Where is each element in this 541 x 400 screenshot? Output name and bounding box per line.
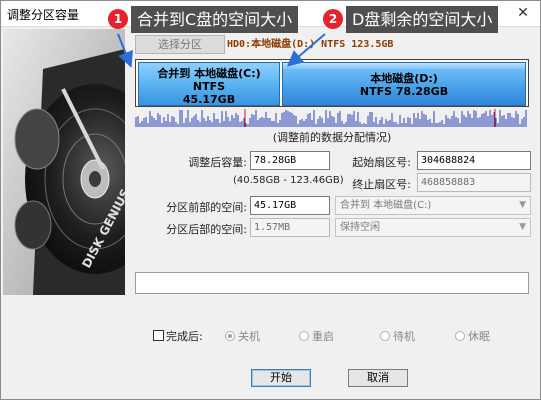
partition-c-name: 合并到 本地磁盘(C:): [157, 67, 261, 80]
end-sector-label: 终止扇区号:: [352, 178, 411, 191]
radio-dot[interactable]: [380, 331, 390, 341]
chevron-down-icon: ▼: [519, 222, 526, 232]
radio-shutdown[interactable]: 关机: [225, 328, 260, 344]
close-icon[interactable]: ✕: [506, 1, 540, 26]
disk-info-label: HD0:本地磁盘(D:) NTFS 123.5GB: [227, 39, 394, 50]
space-after-label: 分区后部的空间:: [166, 223, 247, 236]
partition-d-name: 本地磁盘(D:): [370, 72, 438, 85]
radio-restart[interactable]: 重启: [299, 328, 334, 344]
partition-map: 合并到 本地磁盘(C:) NTFS 45.17GB 本地磁盘(D:) NTFS …: [135, 59, 529, 107]
radio-dot[interactable]: [455, 331, 465, 341]
partition-c-fs: NTFS: [192, 80, 226, 93]
start-sector-label: 起始扇区号:: [352, 156, 411, 169]
start-button[interactable]: 开始: [251, 369, 311, 387]
completion-label: 完成后:: [166, 330, 203, 343]
annotation-badge-1: 1: [108, 9, 128, 29]
radio-dot[interactable]: [299, 331, 309, 341]
annotation-callout-1: 合并到C盘的空间大小: [131, 6, 299, 33]
annotation-badge-2: 2: [323, 9, 343, 29]
space-before-action-value: 合并到 本地磁盘(C:): [340, 200, 432, 211]
chevron-down-icon: ▼: [519, 200, 526, 210]
cancel-button[interactable]: 取消: [348, 369, 408, 387]
radio-restart-label: 重启: [312, 330, 334, 343]
hard-drive-icon: DISK GENIUS: [3, 29, 125, 295]
size-range-hint: (40.58GB - 123.46GB): [233, 175, 344, 186]
size-after-input[interactable]: 78.28GB: [250, 151, 330, 170]
disk-illustration: DISK GENIUS: [3, 29, 125, 295]
radio-standby-label: 待机: [393, 330, 415, 343]
radio-dot[interactable]: [225, 331, 235, 341]
distribution-caption: (调整前的数据分配情况): [272, 131, 392, 144]
completion-checkbox[interactable]: 完成后:: [153, 328, 203, 344]
size-after-label: 调整后容量:: [188, 156, 247, 169]
partition-c-size: 45.17GB: [182, 93, 236, 106]
space-before-input[interactable]: 45.17GB: [250, 196, 330, 215]
space-before-action-select[interactable]: 合并到 本地磁盘(C:) ▼: [335, 196, 531, 215]
partition-d-block: 本地磁盘(D:) NTFS 78.28GB: [282, 62, 526, 106]
checkbox-box[interactable]: [153, 330, 164, 341]
radio-shutdown-label: 关机: [238, 330, 260, 343]
space-after-action-value: 保持空闲: [340, 222, 380, 233]
radio-hibernate[interactable]: 休眠: [455, 328, 490, 344]
select-partition-button[interactable]: 选择分区: [135, 35, 225, 54]
radio-hibernate-label: 休眠: [468, 330, 490, 343]
start-sector-input[interactable]: 304688824: [417, 151, 531, 170]
space-after-action-select[interactable]: 保持空闲 ▼: [335, 218, 531, 237]
partition-d-fs-size: NTFS 78.28GB: [359, 85, 449, 98]
partition-c-block: 合并到 本地磁盘(C:) NTFS 45.17GB: [138, 62, 280, 106]
annotation-callout-2: D盘剩余的空间大小: [346, 6, 499, 33]
data-distribution-graph: [135, 109, 527, 127]
space-after-input[interactable]: 1.57MB: [250, 218, 330, 237]
end-sector-input[interactable]: 468858883: [417, 173, 531, 192]
space-before-label: 分区前部的空间:: [166, 201, 247, 214]
progress-bar: [135, 272, 529, 294]
resize-partition-dialog: 调整分区容量 ✕ DISK GENIUS 选择分区 HD0:本地磁盘(D:) N…: [0, 0, 541, 400]
window-title: 调整分区容量: [7, 8, 80, 22]
radio-standby[interactable]: 待机: [380, 328, 415, 344]
